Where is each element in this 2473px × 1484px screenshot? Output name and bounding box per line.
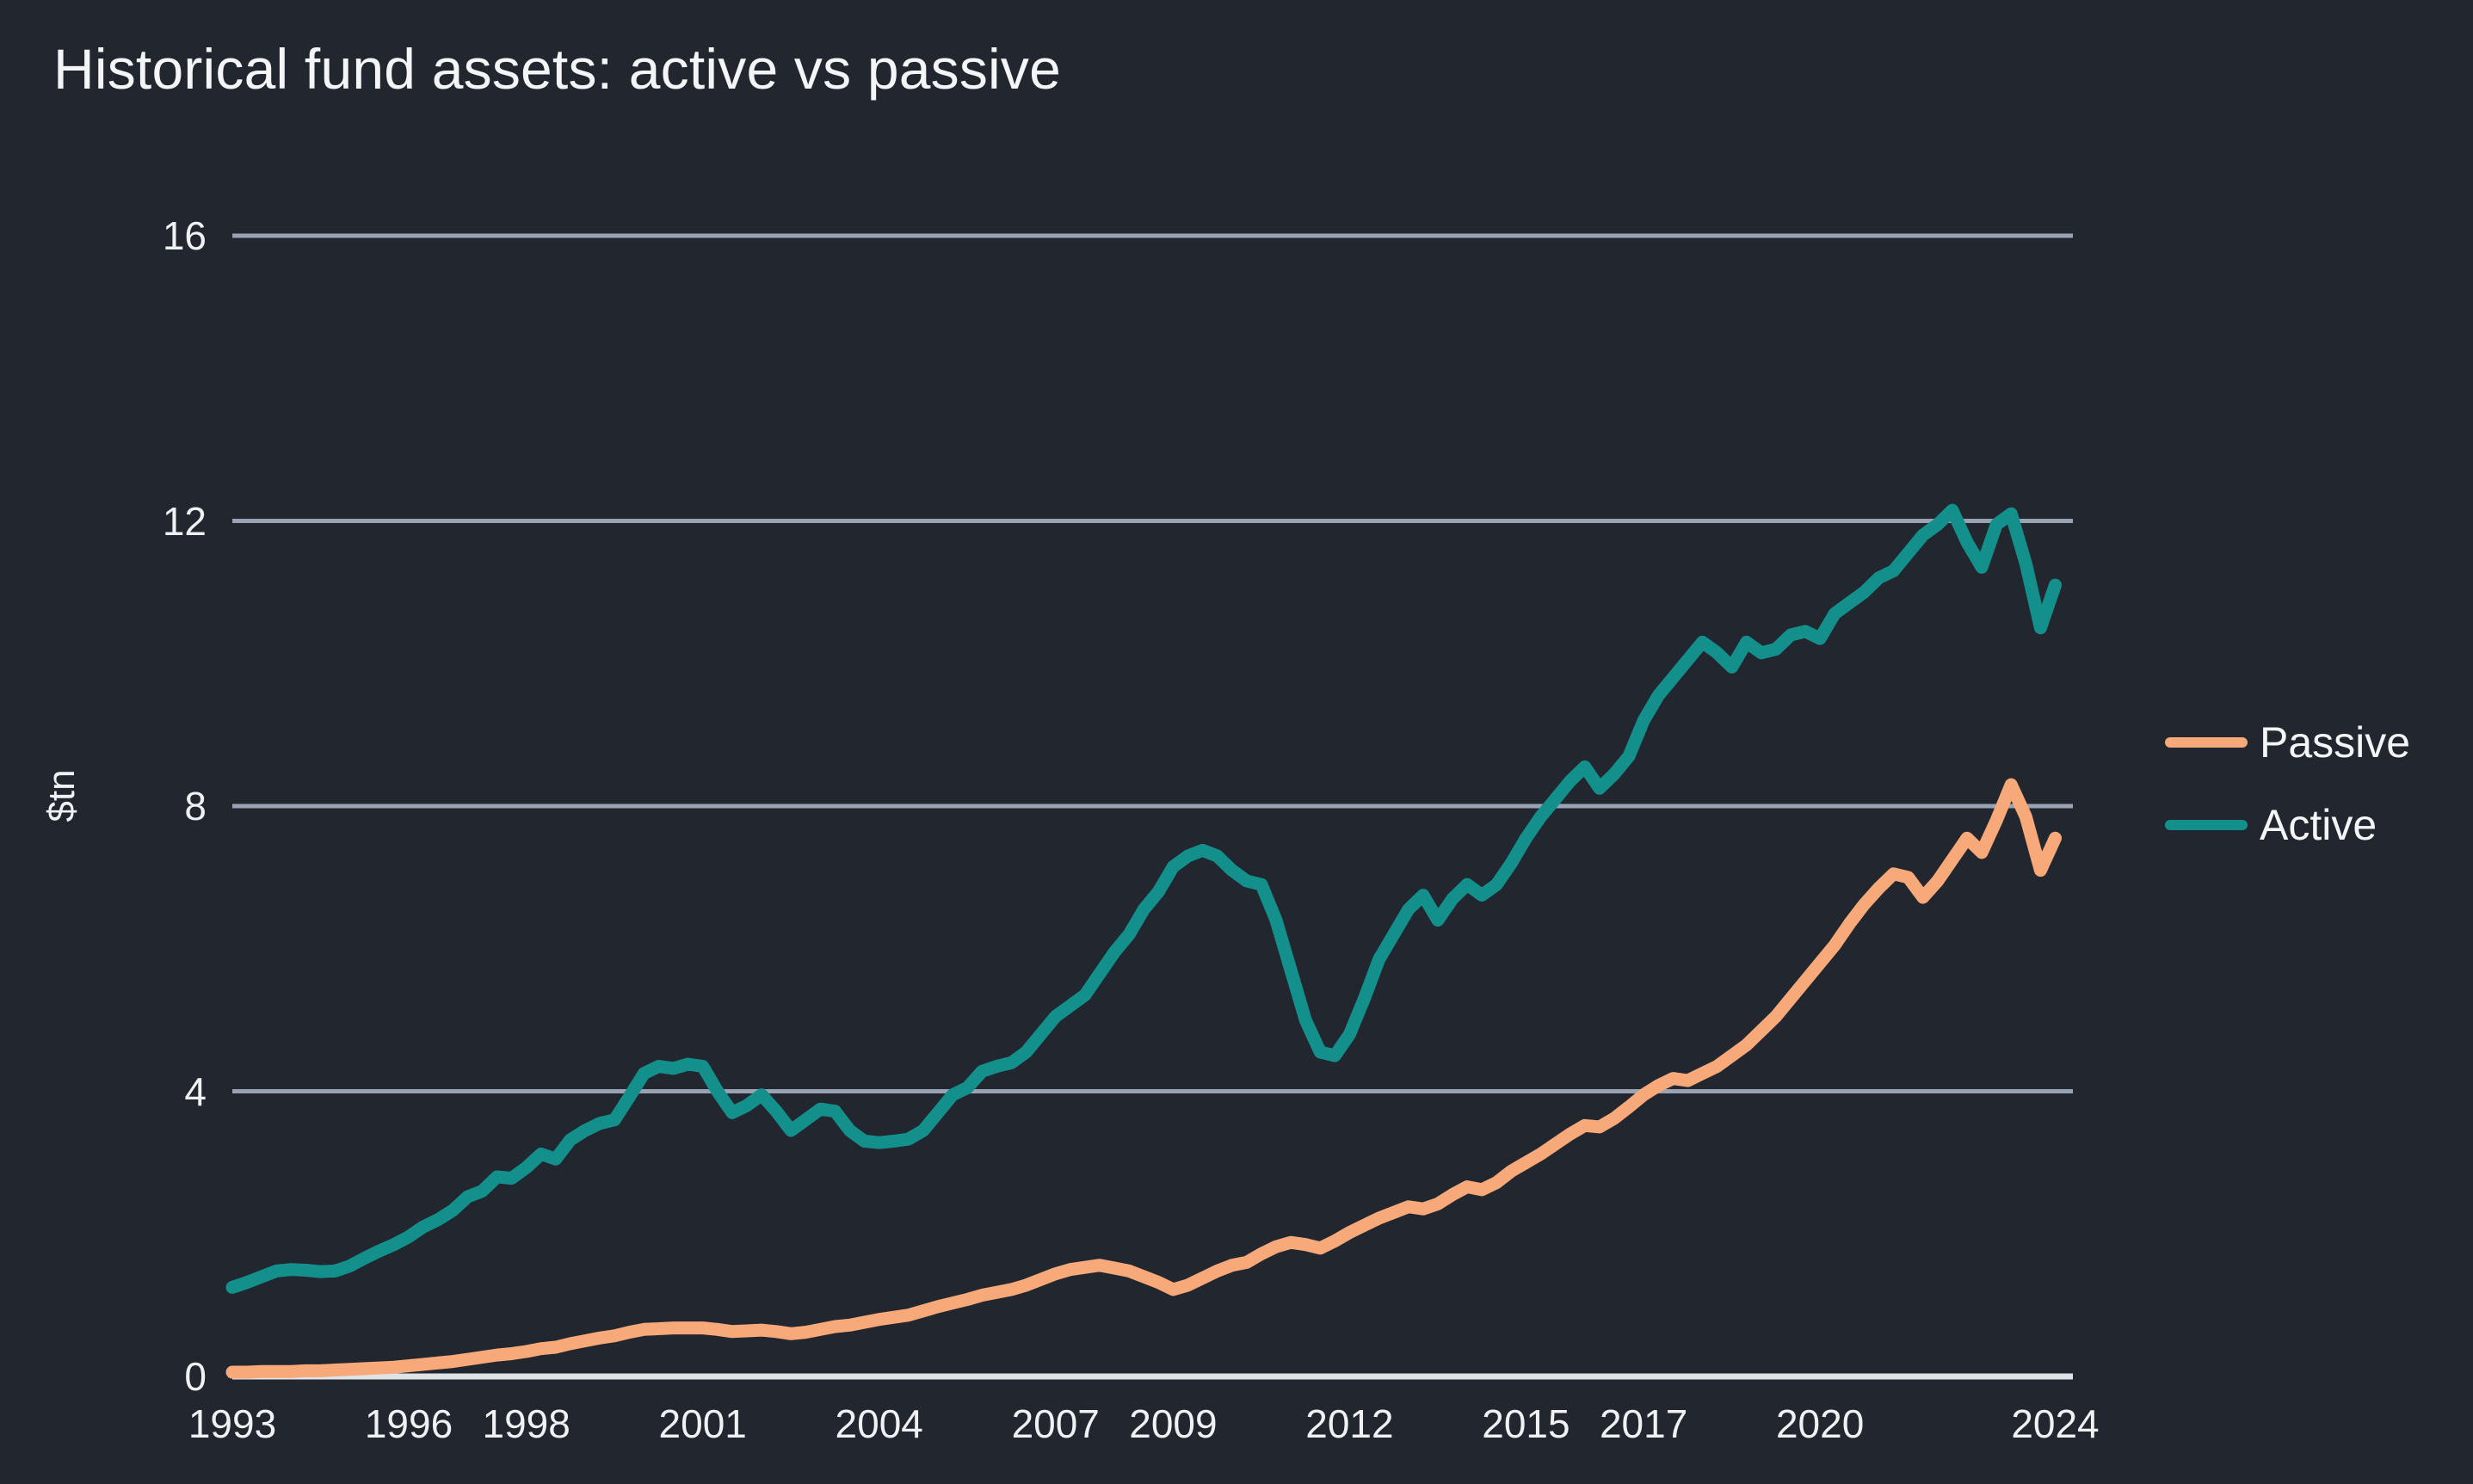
x-tick-label: 1996: [364, 1401, 453, 1446]
gridlines: [232, 233, 2073, 1093]
y-tick-label: 4: [184, 1068, 207, 1114]
series-line-passive: [225, 778, 2062, 1379]
x-tick-label: 2015: [1482, 1401, 1570, 1446]
legend-item-active[interactable]: Active: [2165, 804, 2410, 847]
x-tick-label: 2001: [658, 1401, 747, 1446]
legend-label-active: Active: [2260, 801, 2377, 849]
y-tick-label: 16: [162, 213, 207, 258]
x-tick-label: 2007: [1011, 1401, 1100, 1446]
series-line-active: [225, 503, 2062, 1294]
y-axis-title: $tn: [40, 769, 83, 822]
x-tick-label: 1993: [188, 1401, 277, 1446]
line-swatch-icon-active: [2165, 820, 2248, 830]
line-chart-plot: [225, 233, 2073, 1380]
line-swatch-icon-passive: [2165, 737, 2248, 748]
y-tick-label: 8: [184, 784, 207, 828]
y-tick-label: 0: [184, 1354, 207, 1399]
x-tick-label: 1998: [482, 1401, 570, 1446]
x-tick-label: 2012: [1305, 1401, 1394, 1446]
x-tick-label: 2024: [2011, 1401, 2100, 1446]
x-tick-label: 2004: [835, 1401, 923, 1446]
series-lines: [225, 503, 2062, 1379]
y-tick-label: 12: [162, 498, 207, 544]
x-tick-label: 2009: [1129, 1401, 1218, 1446]
x-tick-label: 2017: [1599, 1401, 1688, 1446]
legend-label-passive: Passive: [2260, 718, 2411, 767]
chart-container: Historical fund assets: active vs passiv…: [0, 0, 2473, 1484]
x-tick-label: 2020: [1775, 1401, 1865, 1446]
chart-legend: Passive Active: [2165, 721, 2410, 847]
legend-item-passive[interactable]: Passive: [2165, 721, 2410, 764]
